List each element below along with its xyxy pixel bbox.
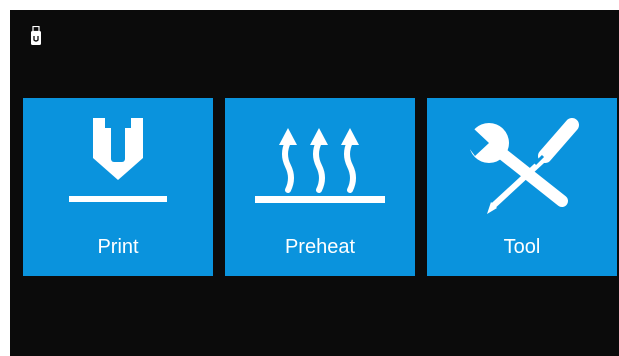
print-label: Print <box>97 236 139 258</box>
print-button[interactable]: Print <box>23 98 213 276</box>
tool-button[interactable]: Tool <box>427 98 617 276</box>
preheat-button[interactable]: Preheat <box>225 98 415 276</box>
usb-drive-icon <box>31 26 41 45</box>
tool-label: Tool <box>503 236 541 258</box>
preheat-label: Preheat <box>284 236 356 258</box>
